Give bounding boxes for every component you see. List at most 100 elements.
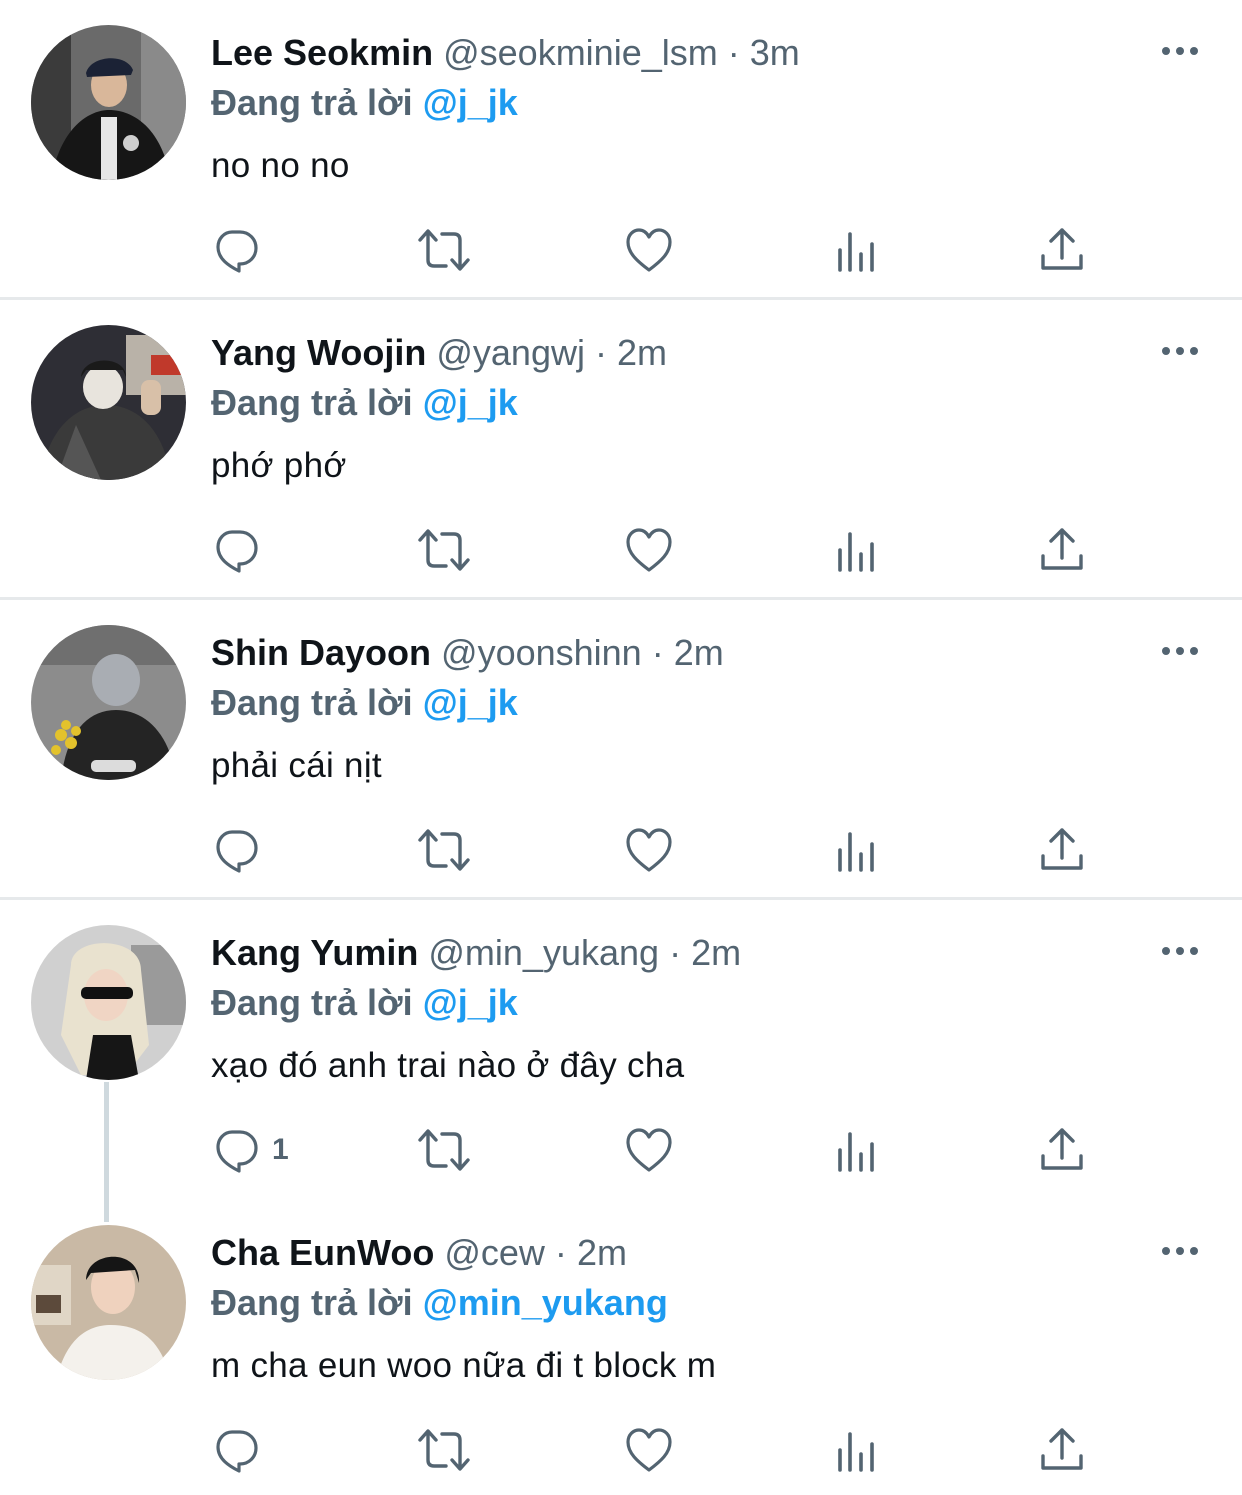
mention-link[interactable]: @j_jk [423, 682, 518, 723]
more-icon[interactable] [1160, 336, 1200, 366]
views-button[interactable] [834, 1122, 882, 1178]
retweet-icon [418, 829, 470, 871]
like-icon [626, 1128, 672, 1172]
author-name[interactable]: Lee Seokmin [211, 32, 433, 73]
reply-icon [216, 1430, 258, 1473]
retweet-button[interactable] [416, 1122, 472, 1178]
more-icon[interactable] [1160, 36, 1200, 66]
like-button[interactable] [625, 522, 673, 578]
tweet-header: Shin Dayoon @yoonshinn · 2m [211, 630, 724, 676]
avatar[interactable] [31, 25, 186, 180]
tweet[interactable]: Shin Dayoon @yoonshinn · 2m Đang trả lời… [0, 600, 1242, 898]
share-button[interactable] [1038, 822, 1086, 878]
tweet-text: xạo đó anh trai nào ở đây cha [211, 1046, 685, 1085]
more-icon[interactable] [1160, 1236, 1200, 1266]
more-icon[interactable] [1160, 936, 1200, 966]
share-button[interactable] [1038, 1422, 1086, 1478]
views-button[interactable] [834, 222, 882, 278]
author-handle[interactable]: @min_yukang [428, 932, 659, 973]
share-icon [1041, 828, 1083, 870]
replying-prefix: Đang trả lời [211, 1282, 413, 1323]
share-icon [1041, 1428, 1083, 1470]
mention-link[interactable]: @j_jk [423, 982, 518, 1023]
tweet-header: Cha EunWoo @cew · 2m [211, 1230, 627, 1276]
views-icon [838, 1132, 874, 1172]
replying-to: Đang trả lời @j_jk [211, 680, 518, 726]
separator-dot: · [669, 932, 682, 973]
tweet-text: no no no [211, 146, 350, 185]
views-icon [838, 832, 874, 872]
avatar[interactable] [31, 625, 186, 780]
reply-button[interactable] [212, 522, 272, 578]
tweet[interactable]: Kang Yumin @min_yukang · 2m Đang trả lời… [0, 900, 1242, 1200]
like-icon [626, 528, 672, 572]
views-button[interactable] [834, 1422, 882, 1478]
retweet-button[interactable] [416, 522, 472, 578]
author-name[interactable]: Kang Yumin [211, 932, 418, 973]
replying-to: Đang trả lời @min_yukang [211, 1280, 668, 1326]
author-handle[interactable]: @cew [444, 1232, 545, 1273]
reply-button[interactable] [212, 822, 272, 878]
timestamp[interactable]: 2m [674, 632, 724, 673]
tweet-text: phải cái nịt [211, 746, 382, 785]
retweet-icon [418, 1129, 470, 1171]
retweet-icon [418, 529, 470, 571]
replying-to: Đang trả lời @j_jk [211, 80, 518, 126]
like-icon [626, 228, 672, 272]
like-button[interactable] [625, 1122, 673, 1178]
like-button[interactable] [625, 222, 673, 278]
timestamp[interactable]: 3m [750, 32, 800, 73]
share-button[interactable] [1038, 1122, 1086, 1178]
action-bar [0, 222, 1242, 278]
timestamp[interactable]: 2m [617, 332, 667, 373]
tweet[interactable]: Cha EunWoo @cew · 2m Đang trả lời @min_y… [0, 1200, 1242, 1495]
views-button[interactable] [834, 522, 882, 578]
reply-icon [216, 830, 258, 873]
retweet-button[interactable] [416, 822, 472, 878]
replying-prefix: Đang trả lời [211, 382, 413, 423]
share-button[interactable] [1038, 222, 1086, 278]
replying-prefix: Đang trả lời [211, 682, 413, 723]
reply-button[interactable] [212, 1422, 272, 1478]
more-icon[interactable] [1160, 636, 1200, 666]
reply-button[interactable]: 1 [212, 1122, 289, 1178]
separator-dot: · [651, 632, 664, 673]
retweet-button[interactable] [416, 1422, 472, 1478]
timestamp[interactable]: 2m [691, 932, 741, 973]
share-icon [1041, 1128, 1083, 1170]
author-handle[interactable]: @yoonshinn [441, 632, 642, 673]
separator-dot: · [594, 332, 607, 373]
reply-button[interactable] [212, 222, 272, 278]
replying-to: Đang trả lời @j_jk [211, 980, 518, 1026]
author-name[interactable]: Shin Dayoon [211, 632, 431, 673]
like-button[interactable] [625, 822, 673, 878]
avatar[interactable] [31, 925, 186, 1080]
author-name[interactable]: Cha EunWoo [211, 1232, 434, 1273]
views-button[interactable] [834, 822, 882, 878]
avatar[interactable] [31, 325, 186, 480]
timestamp[interactable]: 2m [577, 1232, 627, 1273]
retweet-button[interactable] [416, 222, 472, 278]
action-bar [0, 1422, 1242, 1478]
tweet[interactable]: Yang Woojin @yangwj · 2m Đang trả lời @j… [0, 300, 1242, 598]
avatar[interactable] [31, 1225, 186, 1380]
tweet[interactable]: Lee Seokmin @seokminie_lsm · 3m Đang trả… [0, 0, 1242, 298]
author-handle[interactable]: @seokminie_lsm [443, 32, 718, 73]
reply-icon [216, 230, 258, 273]
replying-to: Đang trả lời @j_jk [211, 380, 518, 426]
share-icon [1041, 528, 1083, 570]
views-icon [838, 532, 874, 572]
mention-link[interactable]: @j_jk [423, 82, 518, 123]
replying-prefix: Đang trả lời [211, 982, 413, 1023]
separator-dot: · [554, 1232, 567, 1273]
tweet-header: Lee Seokmin @seokminie_lsm · 3m [211, 30, 800, 76]
author-handle[interactable]: @yangwj [436, 332, 585, 373]
author-name[interactable]: Yang Woojin [211, 332, 426, 373]
like-button[interactable] [625, 1422, 673, 1478]
retweet-icon [418, 1429, 470, 1471]
tweet-text: m cha eun woo nữa đi t block m [211, 1346, 717, 1385]
reply-icon [216, 1130, 258, 1173]
share-button[interactable] [1038, 522, 1086, 578]
mention-link[interactable]: @min_yukang [423, 1282, 668, 1323]
mention-link[interactable]: @j_jk [423, 382, 518, 423]
